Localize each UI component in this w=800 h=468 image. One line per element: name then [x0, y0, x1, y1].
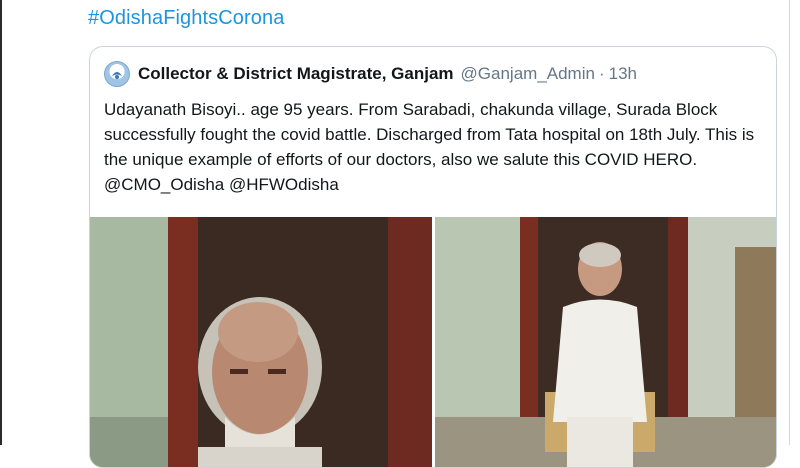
- tweet-timestamp[interactable]: 13h: [609, 64, 637, 84]
- media-grid: [90, 217, 776, 467]
- author-name[interactable]: Collector & District Magistrate, Ganjam: [138, 64, 454, 84]
- hashtag-link[interactable]: #OdishaFightsCorona: [88, 7, 284, 30]
- district-emblem-icon[interactable]: [104, 61, 130, 87]
- photo-portrait[interactable]: [90, 217, 432, 467]
- timeline-right-border: [789, 0, 790, 445]
- quoted-tweet-card[interactable]: Collector & District Magistrate, Ganjam …: [89, 46, 777, 468]
- portrait-image: [90, 217, 432, 467]
- timestamp-separator: ·: [598, 64, 605, 83]
- photo-seated[interactable]: [435, 217, 776, 467]
- quoted-tweet-header: Collector & District Magistrate, Ganjam …: [104, 61, 637, 87]
- page-left-border: [0, 0, 2, 445]
- quoted-tweet-text: Udayanath Bisoyi.. age 95 years. From Sa…: [104, 100, 755, 194]
- emblem-glyph: [112, 72, 122, 79]
- author-handle[interactable]: @Ganjam_Admin: [461, 64, 595, 84]
- seated-image: [435, 217, 776, 467]
